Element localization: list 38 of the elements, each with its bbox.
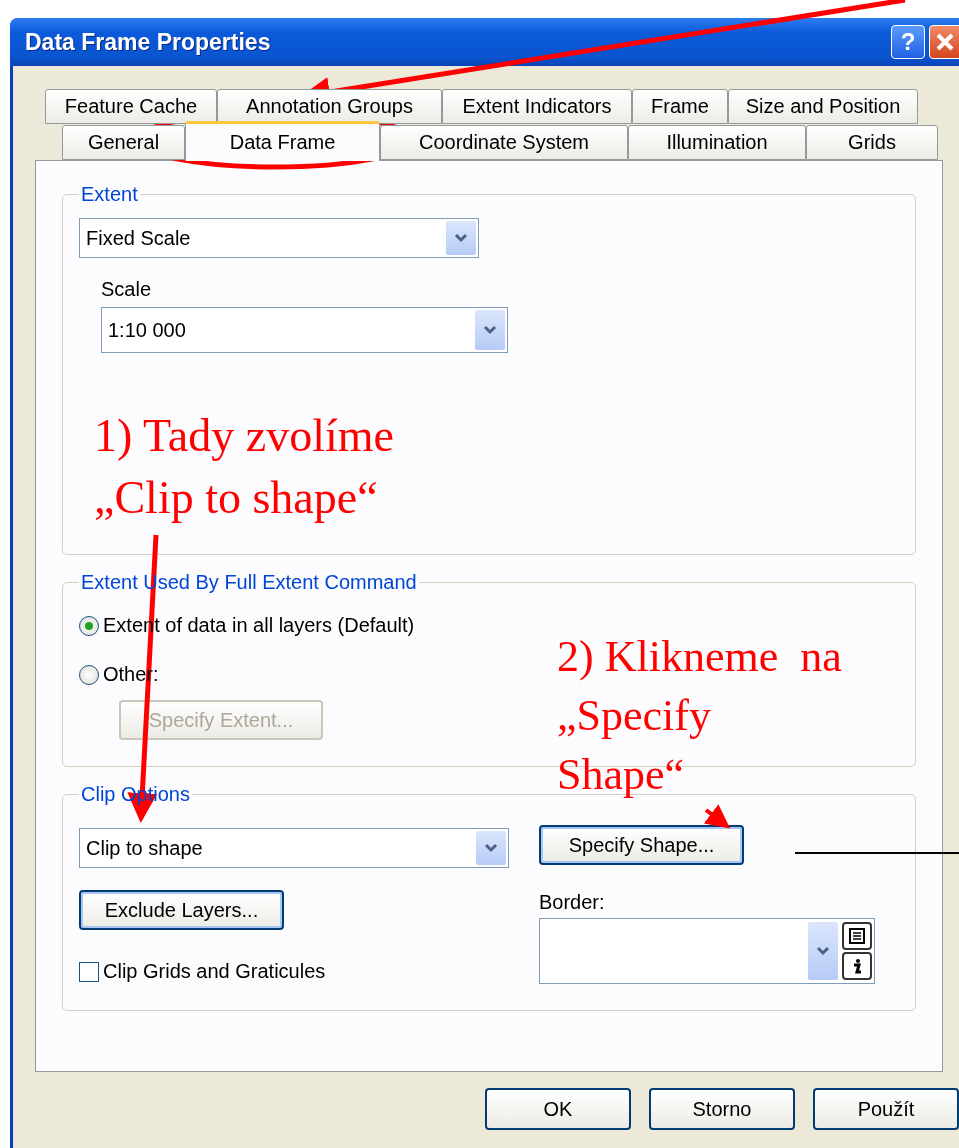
chevron-down-icon: [816, 946, 830, 956]
list-icon: [849, 928, 865, 944]
chevron-down-icon: [484, 843, 498, 853]
dialog-button[interactable]: Použít: [813, 1088, 959, 1130]
tab[interactable]: Coordinate System: [380, 125, 628, 160]
help-button[interactable]: ?: [891, 25, 925, 59]
exclude-layers-button[interactable]: Exclude Layers...: [79, 890, 284, 930]
tab[interactable]: Feature Cache: [45, 89, 217, 124]
tab[interactable]: Grids: [806, 125, 938, 160]
border-label: Border:: [539, 891, 606, 914]
annotation-note: 1) Tady zvolíme „Clip to shape“: [94, 409, 394, 525]
annotation-note: 2) Klikneme na „Specify Shape“: [557, 631, 842, 801]
symbol-list-button[interactable]: [842, 922, 872, 950]
tab[interactable]: Illumination: [628, 125, 806, 160]
checkbox-label: Clip Grids and Graticules: [103, 960, 326, 983]
chevron-down-icon: [483, 325, 497, 335]
specify-shape-button[interactable]: Specify Shape...: [539, 825, 744, 865]
dialog-button[interactable]: Storno: [649, 1088, 795, 1130]
window-title: Data Frame Properties: [25, 28, 271, 56]
extent-dropdown[interactable]: Fixed Scale: [79, 218, 479, 258]
tab[interactable]: Size and Position: [728, 89, 918, 124]
clip-dropdown[interactable]: Clip to shape: [79, 828, 509, 868]
properties-button[interactable]: [842, 952, 872, 980]
close-button[interactable]: [929, 25, 959, 59]
info-icon: [852, 958, 862, 974]
scale-dropdown[interactable]: 1:10 000: [101, 307, 508, 353]
chevron-down-icon: [454, 233, 468, 243]
tab[interactable]: Frame: [632, 89, 728, 124]
checkbox[interactable]: [79, 961, 99, 982]
annotation-arrow: [703, 804, 731, 829]
radio-button[interactable]: [79, 664, 99, 685]
close-icon: [935, 32, 955, 52]
dialog-button[interactable]: OK: [485, 1088, 631, 1130]
group-title: Extent: [80, 183, 139, 206]
radio-button[interactable]: [79, 615, 99, 636]
border-dropdown[interactable]: [539, 918, 875, 984]
tab[interactable]: Extent Indicators: [442, 89, 632, 124]
scale-label: Scale: [101, 278, 153, 301]
